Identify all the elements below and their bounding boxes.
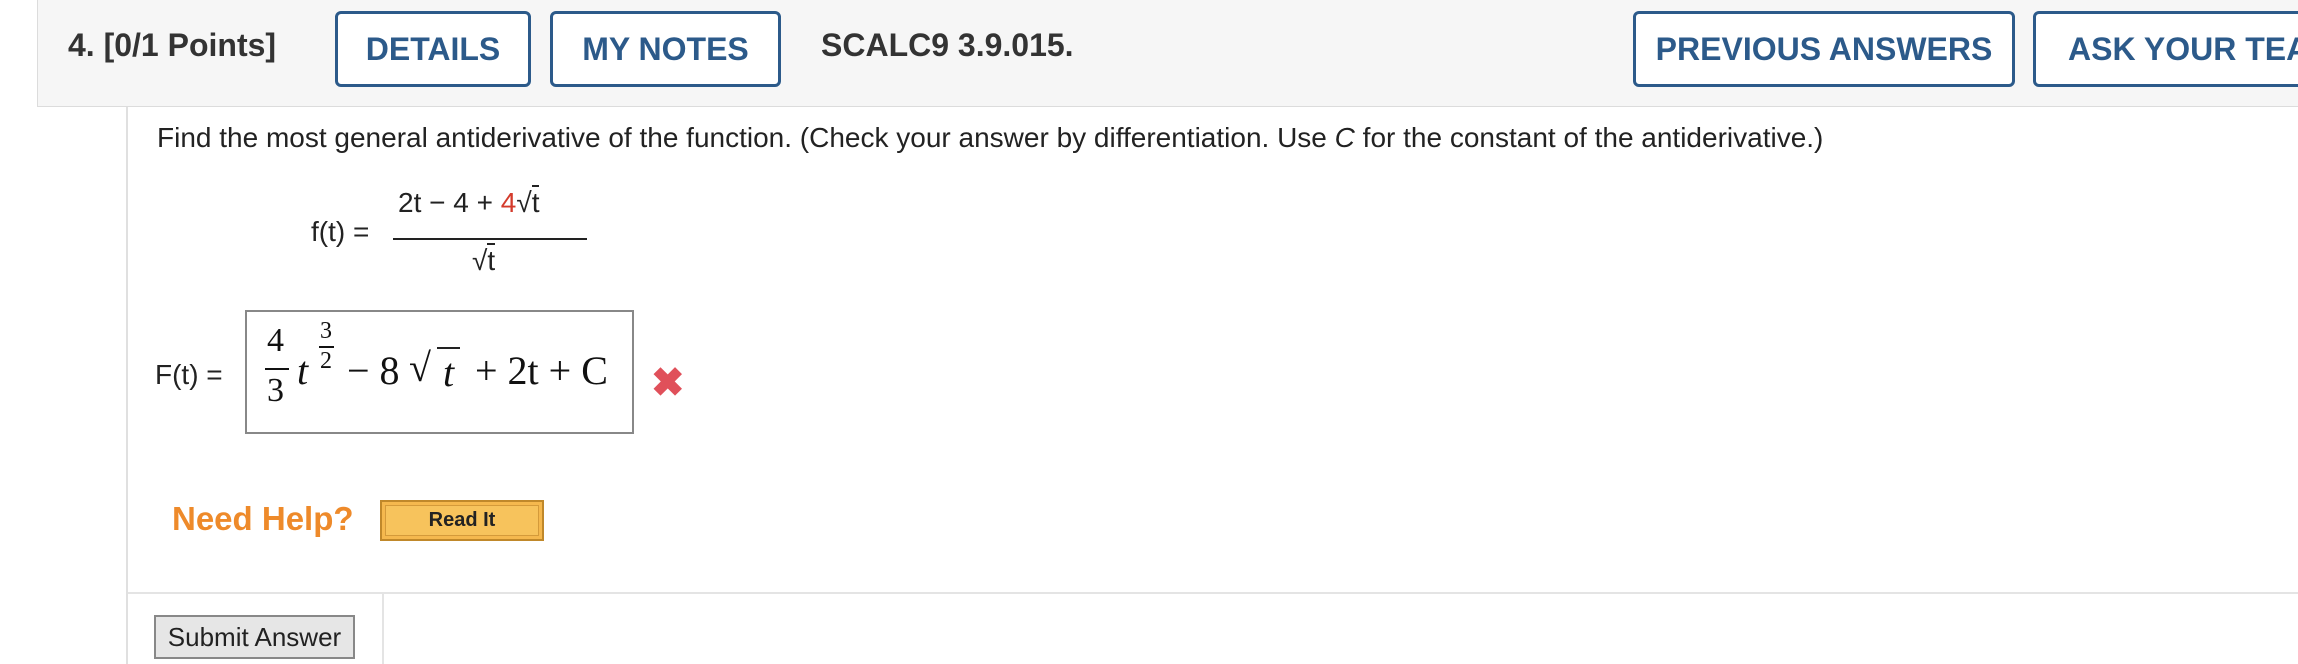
coef-denominator: 3 [267,372,284,409]
question-number: 4. [0/1 Points] [68,27,277,63]
coef-fraction-bar [265,368,289,370]
function-numerator: 2t − 4 + 4√t [398,185,540,218]
points-label: [0/1 Points] [103,27,277,63]
answer-variable: t [297,348,309,393]
answer-label: F(t) = [155,359,223,390]
answer-term3: + 2t + C [475,348,608,393]
answer-term2-radicand: t [437,347,461,396]
sqrt-icon: √ [409,345,431,390]
need-help-label: Need Help? [172,500,354,537]
coef-numerator: 4 [267,322,284,359]
my-notes-button[interactable]: MY NOTES [550,11,781,87]
read-it-label: Read It [385,505,539,536]
question-instruction: Find the most general antiderivative of … [157,122,1824,153]
function-label: f(t) = [311,216,370,247]
details-button[interactable]: DETAILS [335,11,531,87]
submit-answer-button[interactable]: Submit Answer [154,615,355,659]
incorrect-x-icon: ✖ [651,361,685,405]
fraction-bar [393,238,587,240]
read-it-button[interactable]: Read It [380,500,544,541]
sqrt-icon: √ [516,187,532,218]
divider [382,592,384,664]
function-denominator: √t [472,243,496,276]
sqrt-icon: √ [472,245,488,276]
exp-numerator: 3 [320,318,332,344]
question-code: SCALC9 3.9.015. [821,27,1074,63]
answer-term2: − 8 [347,348,400,393]
answer-input[interactable]: 4 3 t 3 2 − 8 √ t + 2t + C [245,310,634,434]
exp-denominator: 2 [320,348,332,374]
divider [128,592,2298,594]
content-left-border [126,107,128,664]
ask-teacher-button[interactable]: ASK YOUR TEACHER [2033,11,2298,87]
previous-answers-button[interactable]: PREVIOUS ANSWERS [1633,11,2015,87]
